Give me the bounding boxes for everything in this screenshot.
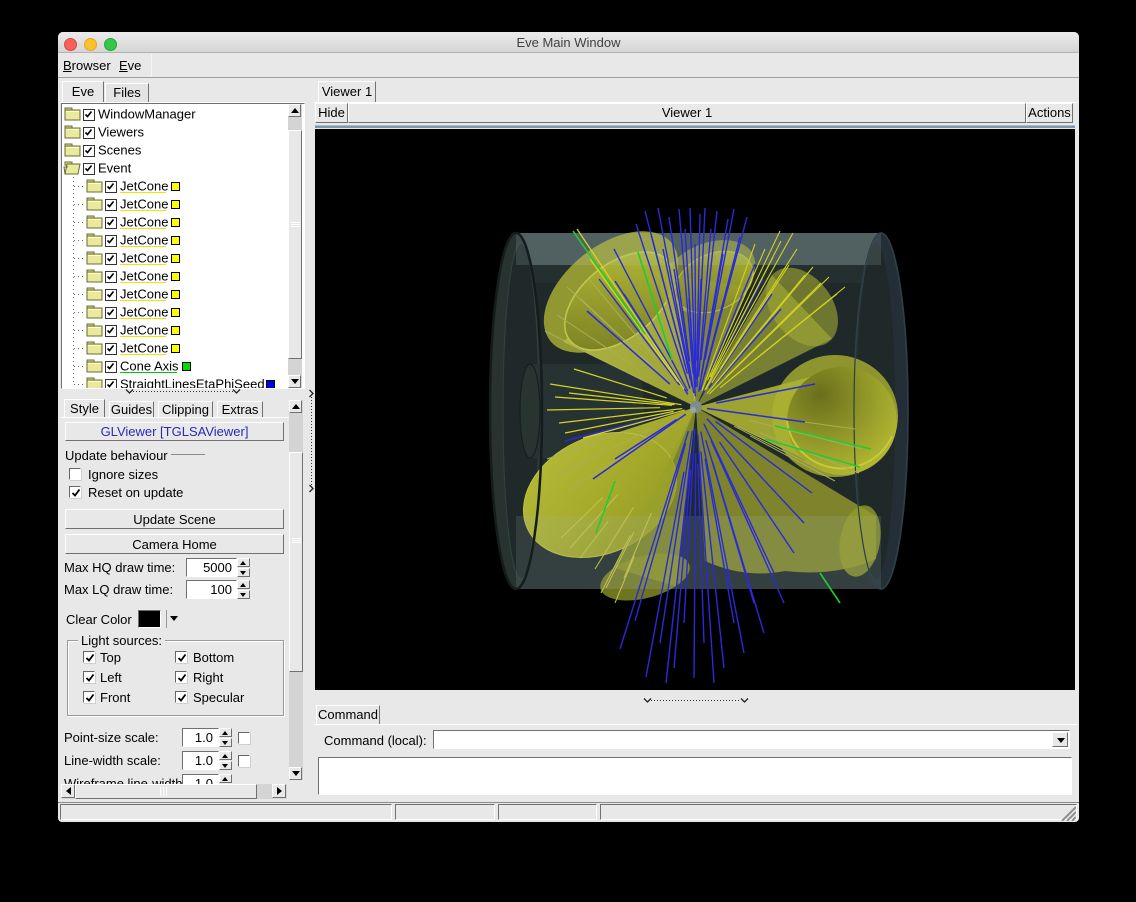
svg-text:JetCone: JetCone <box>120 341 168 356</box>
svg-text:JetCone: JetCone <box>120 233 168 248</box>
svg-text:Cone Axis: Cone Axis <box>120 359 179 374</box>
svg-text:JetCone: JetCone <box>120 305 168 320</box>
svg-text:Event: Event <box>98 161 132 176</box>
svg-text:Scenes: Scenes <box>98 143 142 158</box>
svg-text:StraightLinesEtaPhiSeed: StraightLinesEtaPhiSeed <box>120 377 265 389</box>
svg-text:JetCone: JetCone <box>120 179 168 194</box>
svg-text:JetCone: JetCone <box>120 197 168 212</box>
svg-text:WindowManager: WindowManager <box>98 107 196 122</box>
svg-text:JetCone: JetCone <box>120 269 168 284</box>
svg-text:JetCone: JetCone <box>120 215 168 230</box>
svg-text:Viewers: Viewers <box>98 125 145 140</box>
svg-text:JetCone: JetCone <box>120 287 168 302</box>
svg-text:JetCone: JetCone <box>120 323 168 338</box>
svg-text:JetCone: JetCone <box>120 251 168 266</box>
